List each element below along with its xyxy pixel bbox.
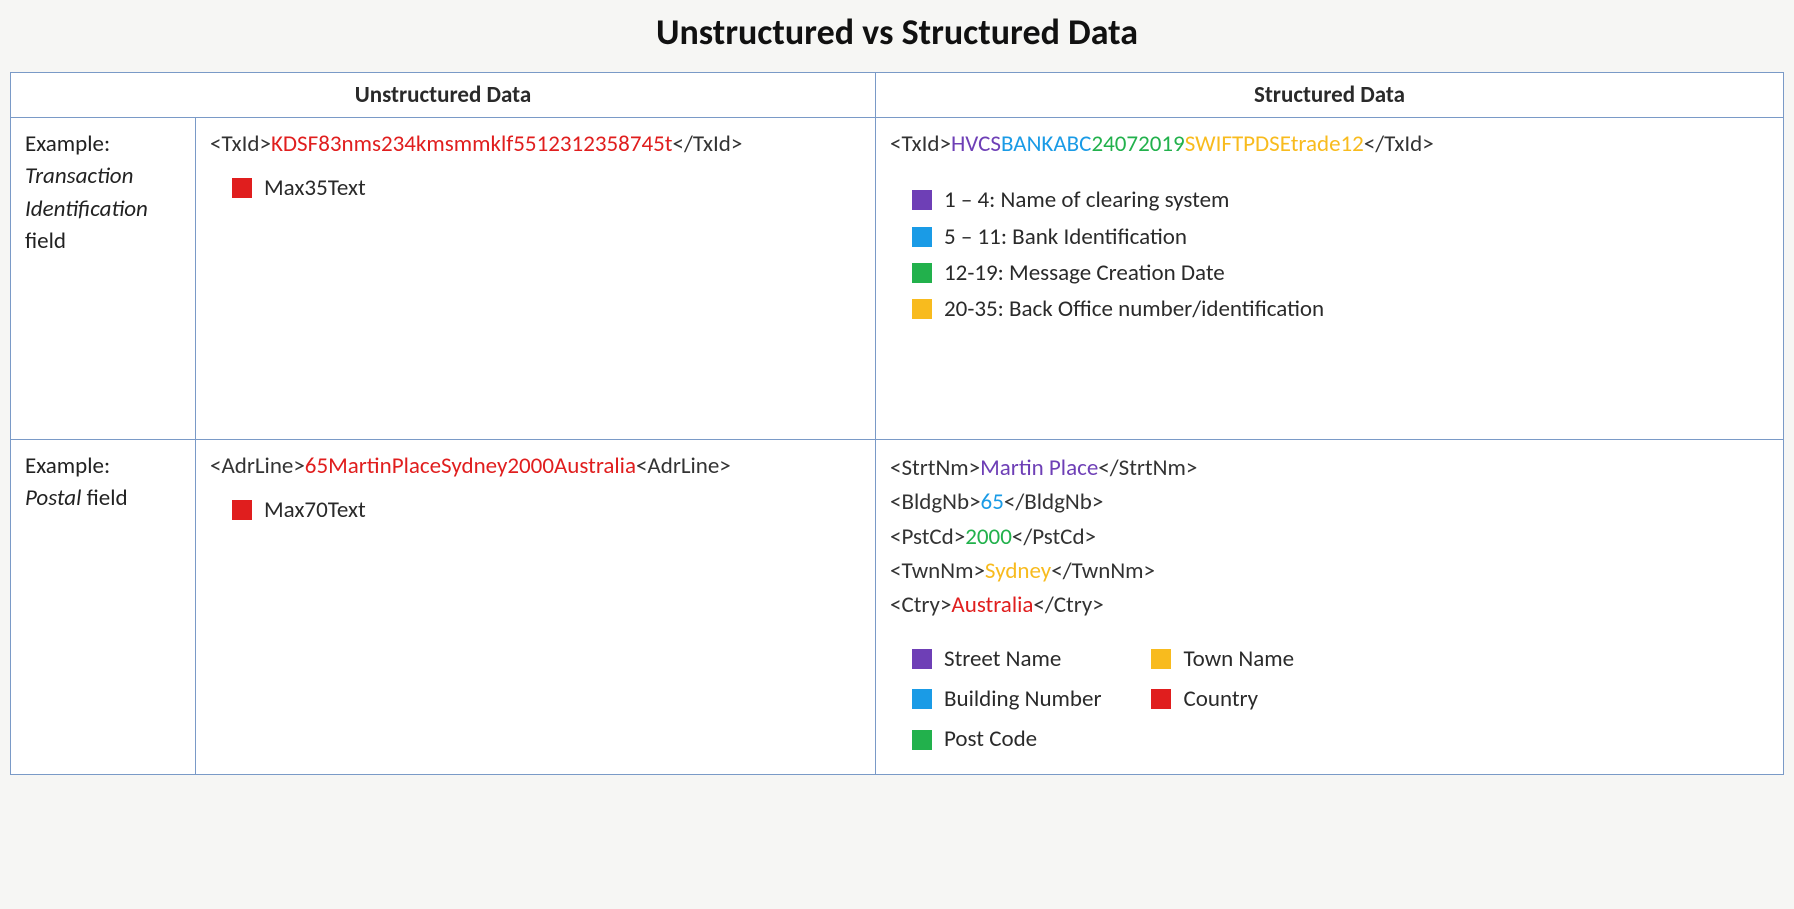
square-icon — [1151, 689, 1171, 709]
legend-text: 1 – 4: Name of clearing system — [944, 184, 1229, 216]
xml-value: 65MartinPlaceSydney2000Australia — [305, 452, 636, 480]
legend-item: 1 – 4: Name of clearing system — [912, 184, 1769, 216]
table-row: Example: Transaction Identification fiel… — [11, 118, 1784, 440]
xml-tag-close: </TwnNm> — [1051, 557, 1155, 585]
xml-tag-close: </BldgNb> — [1004, 488, 1103, 516]
xml-tag-open: <Ctry> — [890, 591, 951, 619]
legend-text: Building Number — [944, 683, 1101, 715]
cell-structured-txid: <TxId>HVCSBANKABC24072019SWIFTPDSEtrade1… — [876, 118, 1784, 440]
square-icon — [912, 190, 932, 210]
legend-item: Max35Text — [232, 172, 861, 204]
xml-value: Sydney — [985, 557, 1051, 585]
xml-tag-close: </PstCd> — [1012, 523, 1096, 551]
example-prefix: Example: — [25, 450, 181, 482]
comparison-table: Unstructured Data Structured Data Exampl… — [10, 72, 1784, 775]
xml-part-clearing: HVCS — [951, 130, 1001, 158]
xml-value: 2000 — [965, 523, 1012, 551]
legend-item: Post Code — [912, 723, 1101, 755]
legend-item: Country — [1151, 683, 1294, 715]
xml-tag-open: <PstCd> — [890, 523, 965, 551]
xml-tag-close: </Ctry> — [1033, 591, 1103, 619]
example-suffix: field — [25, 227, 66, 255]
xml-value: Australia — [951, 591, 1033, 619]
example-name: Postal — [25, 484, 81, 512]
xml-sample: <TxId>KDSF83nms234kmsmmklf5512312358745t… — [210, 128, 861, 160]
xml-part-bank: BANKABC — [1001, 130, 1091, 158]
cell-unstructured-txid: <TxId>KDSF83nms234kmsmmklf5512312358745t… — [196, 118, 876, 440]
example-name: Transaction Identification — [25, 162, 148, 222]
xml-tag-open: <TxId> — [890, 130, 951, 158]
square-icon — [912, 263, 932, 283]
legend-text: Town Name — [1183, 643, 1294, 675]
square-icon — [912, 649, 932, 669]
page-title: Unstructured vs Structured Data — [10, 10, 1784, 54]
xml-tag-close: </TxId> — [1364, 130, 1434, 158]
cell-unstructured-postal: <AdrLine>65MartinPlaceSydney2000Australi… — [196, 440, 876, 775]
table-row: Example: Postal field <AdrLine>65MartinP… — [11, 440, 1784, 775]
legend-text: Max35Text — [264, 172, 366, 204]
row-label-txid: Example: Transaction Identification fiel… — [11, 118, 196, 440]
example-suffix: field — [87, 484, 128, 512]
example-prefix: Example: — [25, 128, 181, 160]
legend-text: 20-35: Back Office number/identification — [944, 293, 1324, 325]
xml-part-backoffice: SWIFTPDSEtrade12 — [1185, 130, 1364, 158]
xml-sample: <AdrLine>65MartinPlaceSydney2000Australi… — [210, 450, 861, 482]
legend-item: Max70Text — [232, 494, 861, 526]
xml-sample: <StrtNm>Martin Place</StrtNm> <BldgNb>65… — [890, 452, 1769, 621]
square-icon — [912, 689, 932, 709]
row-label-postal: Example: Postal field — [11, 440, 196, 775]
legend-grid: Street Name Town Name Building Number Co… — [912, 639, 1294, 760]
square-icon — [1151, 649, 1171, 669]
xml-value: 65 — [981, 488, 1004, 516]
square-icon — [912, 730, 932, 750]
legend-text: Post Code — [944, 723, 1037, 755]
square-icon — [232, 178, 252, 198]
xml-tag-close: </TxId> — [673, 130, 743, 158]
legend-item: Town Name — [1151, 643, 1294, 675]
square-icon — [912, 227, 932, 247]
xml-tag-open: <AdrLine> — [210, 452, 305, 480]
col-header-unstructured: Unstructured Data — [11, 73, 876, 118]
xml-tag-open: <StrtNm> — [890, 454, 980, 482]
legend-item: 12-19: Message Creation Date — [912, 257, 1769, 289]
xml-tag-open: <TwnNm> — [890, 557, 985, 585]
xml-sample: <TxId>HVCSBANKABC24072019SWIFTPDSEtrade1… — [890, 128, 1769, 160]
legend-text: Street Name — [944, 643, 1061, 675]
square-icon — [232, 500, 252, 520]
legend-item: Street Name — [912, 643, 1101, 675]
legend-text: 12-19: Message Creation Date — [944, 257, 1225, 289]
xml-tag-open: <BldgNb> — [890, 488, 981, 516]
cell-structured-postal: <StrtNm>Martin Place</StrtNm> <BldgNb>65… — [876, 440, 1784, 775]
legend-item: 5 – 11: Bank Identification — [912, 221, 1769, 253]
legend-text: 5 – 11: Bank Identification — [944, 221, 1187, 253]
xml-part-date: 24072019 — [1091, 130, 1184, 158]
col-header-structured: Structured Data — [876, 73, 1784, 118]
legend-text: Max70Text — [264, 494, 366, 526]
xml-tag-open: <TxId> — [210, 130, 271, 158]
legend-item: 20-35: Back Office number/identification — [912, 293, 1769, 325]
xml-value: KDSF83nms234kmsmmklf5512312358745t — [271, 130, 673, 158]
legend-text: Country — [1183, 683, 1258, 715]
table-header-row: Unstructured Data Structured Data — [11, 73, 1784, 118]
square-icon — [912, 299, 932, 319]
xml-value: Martin Place — [980, 454, 1098, 482]
legend-item: Building Number — [912, 683, 1101, 715]
xml-tag-close: </StrtNm> — [1098, 454, 1197, 482]
xml-tag-close: <AdrLine> — [636, 452, 731, 480]
